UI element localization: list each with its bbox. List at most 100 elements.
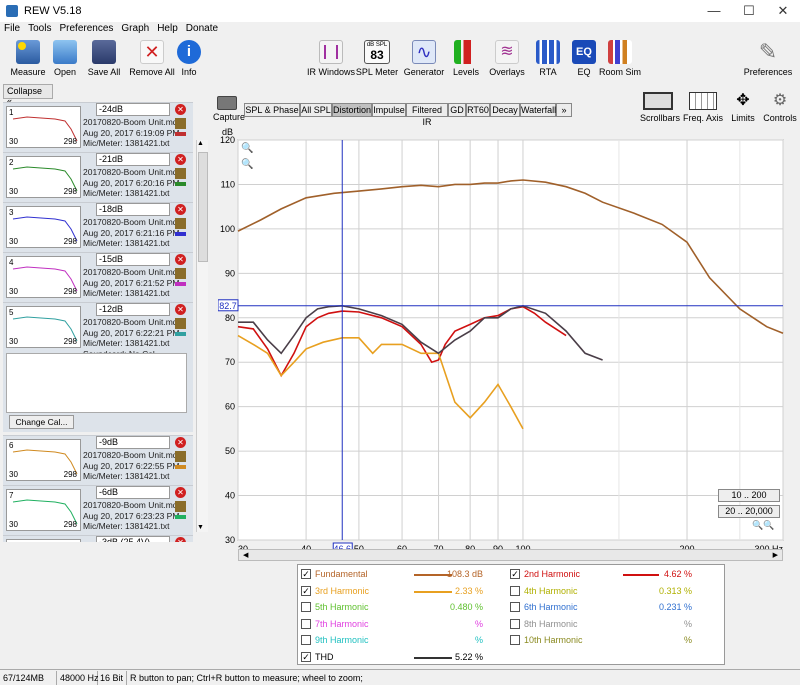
measurement-thumbnail[interactable]: 1 30 298 <box>6 106 81 148</box>
graph-color-icon[interactable] <box>175 268 186 279</box>
trace-color-swatch[interactable] <box>175 282 186 286</box>
menu-preferences[interactable]: Preferences <box>55 22 117 34</box>
zoom-in-icon[interactable]: 🔍 <box>241 143 253 154</box>
offset-field[interactable]: -24dB <box>96 103 170 116</box>
measurement-thumbnail[interactable]: 2 30 298 <box>6 156 81 198</box>
measurement-thumbnail[interactable]: 3 30 298 <box>6 206 81 248</box>
collapse-button[interactable]: Collapse « <box>3 84 53 106</box>
capture-button[interactable]: Capture <box>213 96 245 122</box>
remove-measurement-icon[interactable]: ✕ <box>175 437 186 448</box>
remove-measurement-icon[interactable]: ✕ <box>175 254 186 265</box>
measurement-scrollbar[interactable] <box>196 140 208 532</box>
change-cal-button[interactable]: Change Cal... <box>9 415 74 429</box>
trace-color-swatch[interactable] <box>175 182 186 186</box>
remove-measurement-icon[interactable]: ✕ <box>175 204 186 215</box>
legend-checkbox[interactable]: ✓ <box>301 585 311 596</box>
offset-field[interactable]: -9dB <box>96 436 170 449</box>
menu-tools[interactable]: Tools <box>24 22 55 34</box>
distortion-graph[interactable]: 1201101009080706050403030 40 50 60 70 80 90 100… <box>218 126 800 551</box>
remove-measurement-icon[interactable]: ✕ <box>175 487 186 498</box>
measurement-row[interactable]: 6 30 298 -9dB 20170820-Boom Unit.md Aug 20, 2… <box>3 435 193 485</box>
offset-field[interactable]: -6dB <box>96 486 170 499</box>
legend-checkbox[interactable] <box>301 618 311 629</box>
range-10-200-button[interactable]: 10 .. 200 <box>718 489 780 502</box>
right-arrow-icon[interactable]: ▶ <box>773 551 778 559</box>
measurement-thumbnail[interactable]: 4 30 298 <box>6 256 81 298</box>
legend-checkbox[interactable] <box>510 602 520 612</box>
offset-field[interactable]: -15dB <box>96 253 170 266</box>
scroll-down-arrow-icon[interactable]: ▼ <box>197 524 204 531</box>
measurement-thumbnail[interactable]: 7 30 298 <box>6 489 81 531</box>
measurement-row[interactable]: 4 30 298 -15dB 20170820-Boom Unit.md Aug 20, … <box>3 252 193 302</box>
remove-measurement-icon[interactable]: ✕ <box>175 154 186 165</box>
menu-graph[interactable]: Graph <box>117 22 153 34</box>
tab-decay[interactable]: Decay <box>490 103 520 117</box>
measurement-thumbnail[interactable]: 6 30 298 <box>6 439 81 481</box>
graph-color-icon[interactable] <box>175 168 186 179</box>
trace-color-swatch[interactable] <box>175 515 186 519</box>
legend-checkbox[interactable] <box>510 585 520 596</box>
measurement-thumbnail[interactable]: 5 30 298 <box>6 306 81 348</box>
trace-color-swatch[interactable] <box>175 132 186 136</box>
tab-gd[interactable]: GD <box>448 103 466 117</box>
legend-checkbox[interactable] <box>301 635 311 645</box>
menu-help[interactable]: Help <box>153 22 182 34</box>
measurement-row[interactable]: 1 30 298 -24dB 20170820-Boom Unit.md Aug 20, … <box>3 102 193 152</box>
graph-color-icon[interactable] <box>175 318 186 329</box>
range-20-20000-button[interactable]: 20 .. 20,000 <box>718 505 780 518</box>
tab-waterfall[interactable]: Waterfall <box>520 103 556 117</box>
scrollbars-button[interactable]: Scrollbars <box>640 92 680 123</box>
trace-color-swatch[interactable] <box>175 332 186 336</box>
legend-checkbox[interactable]: ✓ <box>301 569 311 579</box>
left-arrow-icon[interactable]: ◀ <box>243 551 248 559</box>
measurement-thumbnail[interactable]: 830298 <box>6 539 81 542</box>
offset-field[interactable]: -3dB (25.4V) <box>96 536 170 542</box>
preferences-button[interactable]: ✎ Preferences <box>738 40 798 78</box>
scrollbar-thumb[interactable] <box>198 152 208 262</box>
offset-field[interactable]: -21dB <box>96 153 170 166</box>
menu-donate[interactable]: Donate <box>182 22 222 34</box>
tab-distortion[interactable]: Distortion <box>332 103 372 117</box>
measurement-row[interactable]: 5 30 298 -12dB 20170820-Boom Unit.md Aug 20, … <box>3 302 193 432</box>
measurement-row[interactable]: 7 30 298 -6dB 20170820-Boom Unit.md Aug 20, 2… <box>3 485 193 535</box>
zoom-out-icon[interactable]: 🔍 <box>241 159 253 170</box>
x-axis-scrollbar[interactable]: ◀ ▶ <box>238 549 783 561</box>
offset-field[interactable]: -12dB <box>96 303 170 316</box>
graph-color-icon[interactable] <box>175 501 186 512</box>
plot-area[interactable] <box>237 139 784 541</box>
menu-file[interactable]: File <box>0 22 24 34</box>
notes-area[interactable] <box>6 353 187 413</box>
tab-impulse[interactable]: Impulse <box>372 103 406 117</box>
legend-checkbox[interactable] <box>510 618 520 629</box>
graph-color-icon[interactable] <box>175 451 186 462</box>
offset-field[interactable]: -18dB <box>96 203 170 216</box>
tab-filtered-ir[interactable]: Filtered IR <box>406 103 448 127</box>
info-button[interactable]: i Info <box>161 40 217 77</box>
close-button[interactable]: ✕ <box>775 3 791 19</box>
maximize-button[interactable]: ☐ <box>741 3 757 19</box>
legend-checkbox[interactable] <box>301 602 311 612</box>
x-zoom-icon[interactable]: 🔍🔍 <box>752 520 774 531</box>
graph-color-icon[interactable] <box>175 118 186 129</box>
freq-axis-button[interactable]: Freq. Axis <box>683 92 723 123</box>
tab--[interactable]: » <box>556 103 572 117</box>
limits-button[interactable]: ✥ Limits <box>727 92 759 123</box>
trace-color-swatch[interactable] <box>175 232 186 236</box>
remove-measurement-icon[interactable]: ✕ <box>175 304 186 315</box>
tab-spl-phase[interactable]: SPL & Phase <box>244 103 300 117</box>
graph-color-icon[interactable] <box>175 218 186 229</box>
remove-measurement-icon[interactable]: ✕ <box>175 537 186 542</box>
measurement-row[interactable]: 830298-3dB (25.4V)20170820-Boom Unit.mdA… <box>3 535 193 542</box>
room-sim-button[interactable]: Room Sim <box>592 40 648 77</box>
controls-button[interactable]: ⚙ Controls <box>762 92 798 123</box>
measurement-row[interactable]: 2 30 298 -21dB 20170820-Boom Unit.md Aug 20, … <box>3 152 193 202</box>
legend-checkbox[interactable]: ✓ <box>301 651 311 662</box>
tab-all-spl[interactable]: All SPL <box>300 103 332 117</box>
legend-checkbox[interactable] <box>510 635 520 645</box>
tab-rt60[interactable]: RT60 <box>466 103 490 117</box>
trace-color-swatch[interactable] <box>175 465 186 469</box>
legend-checkbox[interactable]: ✓ <box>510 569 520 579</box>
remove-measurement-icon[interactable]: ✕ <box>175 104 186 115</box>
measurement-row[interactable]: 3 30 298 -18dB 20170820-Boom Unit.md Aug 20, … <box>3 202 193 252</box>
scroll-up-arrow-icon[interactable]: ▲ <box>197 140 204 147</box>
